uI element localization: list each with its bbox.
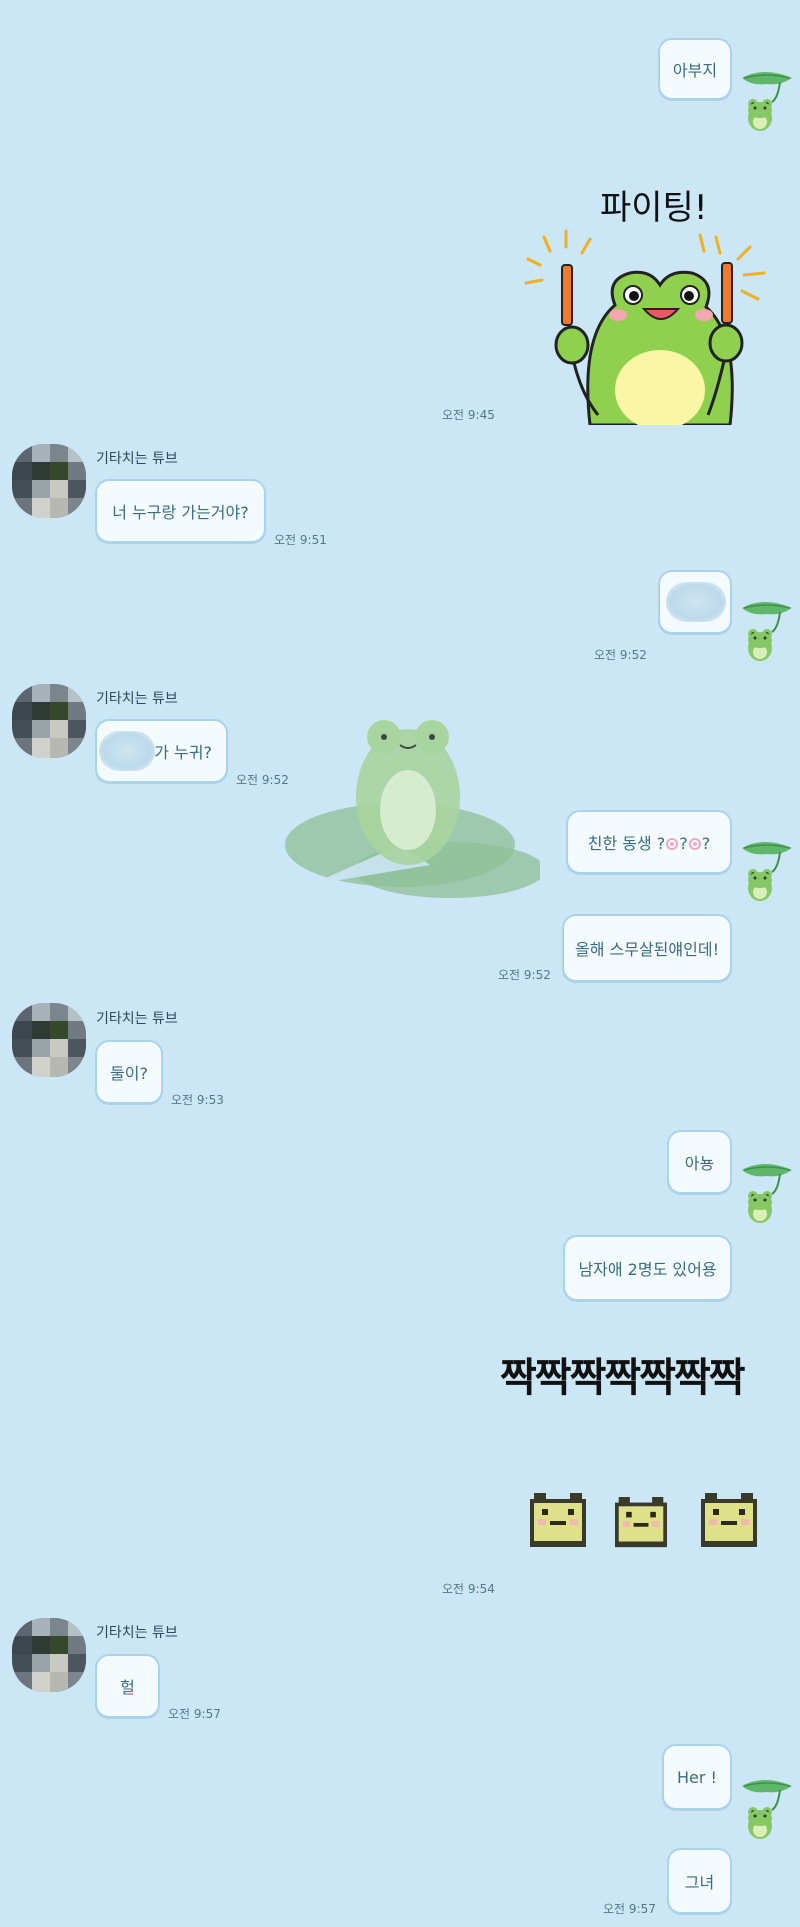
timestamp: 오전 9:52 — [498, 968, 551, 982]
my-message-bubble[interactable]: 남자애 2명도 있어용 — [563, 1235, 732, 1301]
sender-name: 기타치는 튜브 — [96, 451, 178, 467]
contact-avatar[interactable] — [12, 1618, 86, 1692]
pixel-frog-icon — [701, 1493, 757, 1547]
message-text: 헐 — [120, 1678, 135, 1697]
sender-name: 기타치는 튜브 — [96, 1625, 178, 1641]
other-message-bubble[interactable]: 헐 — [95, 1654, 160, 1718]
frog-leaf-avatar-icon[interactable] — [736, 1160, 794, 1224]
other-message-bubble[interactable]: 둘이? — [95, 1040, 163, 1104]
timestamp: 오전 9:57 — [603, 1902, 656, 1916]
message-text: 올해 스무살된얘인데! — [575, 940, 719, 959]
frog-leaf-avatar-icon[interactable] — [736, 598, 794, 662]
timestamp: 오전 9:45 — [442, 408, 495, 422]
my-message-bubble[interactable]: 올해 스무살된얘인데! — [562, 914, 732, 982]
blurred-content — [666, 582, 726, 622]
my-message-bubble[interactable]: 친한 동생 ??? — [566, 810, 732, 874]
message-text: Her ! — [677, 1767, 717, 1787]
timestamp: 오전 9:57 — [168, 1707, 221, 1721]
frog-leaf-avatar-icon[interactable] — [736, 838, 794, 902]
my-message-bubble[interactable] — [658, 570, 732, 634]
blurred-content — [99, 731, 155, 771]
my-message-bubble[interactable]: 아부지 — [658, 38, 732, 100]
timestamp: 오전 9:53 — [171, 1093, 224, 1107]
fighting-frog-sticker[interactable]: 파이팅! — [520, 180, 770, 425]
contact-avatar[interactable] — [12, 1003, 86, 1077]
my-message-bubble[interactable]: 그녀 — [667, 1848, 732, 1914]
swirl-emoji-icon — [688, 838, 701, 850]
contact-avatar[interactable] — [12, 684, 86, 758]
pixel-frog-icon — [530, 1493, 586, 1547]
other-message-bubble[interactable]: 너 누구랑 가는거야? — [95, 479, 266, 543]
timestamp: 오전 9:52 — [236, 773, 289, 787]
pixel-frog-icon — [615, 1497, 667, 1548]
frog-leaf-avatar-icon[interactable] — [736, 68, 794, 132]
message-text: 친한 동생 ??? — [587, 834, 711, 853]
swirl-emoji-icon — [666, 838, 679, 850]
sticker-caption: 짝짝짝짝짝짝짝 — [500, 1355, 746, 1401]
message-text: 아부지 — [672, 61, 718, 80]
timestamp: 오전 9:54 — [442, 1582, 495, 1596]
frog-leaf-avatar-icon[interactable] — [736, 1776, 794, 1840]
my-message-bubble[interactable]: 아뇽 — [667, 1130, 732, 1194]
message-text: 너 누구랑 가는거야? — [112, 503, 249, 522]
contact-avatar[interactable] — [12, 444, 86, 518]
lilypad-frog-watermark — [285, 720, 540, 898]
message-text: 아뇽 — [684, 1154, 715, 1173]
timestamp: 오전 9:51 — [274, 533, 327, 547]
message-text: 그녀 — [684, 1873, 715, 1892]
frog-illustration — [524, 229, 766, 425]
message-text: 남자애 2명도 있어용 — [578, 1260, 717, 1279]
message-text: 가 누귀? — [154, 743, 212, 762]
pixel-frog-clap-sticker[interactable]: 짝짝짝짝짝짝짝 — [490, 1345, 800, 1555]
sender-name: 기타치는 튜브 — [96, 691, 178, 707]
timestamp: 오전 9:52 — [594, 648, 647, 662]
sticker-caption: 파이팅! — [600, 188, 708, 228]
other-message-bubble[interactable]: 가 누귀? — [95, 719, 228, 783]
sender-name: 기타치는 튜브 — [96, 1011, 178, 1027]
message-text: 둘이? — [110, 1064, 148, 1083]
my-message-bubble[interactable]: Her ! — [662, 1744, 732, 1810]
